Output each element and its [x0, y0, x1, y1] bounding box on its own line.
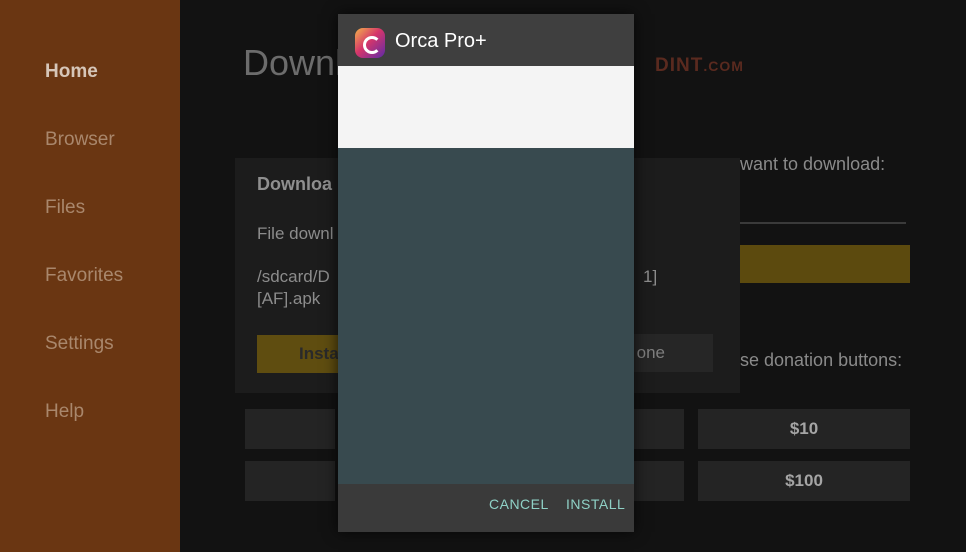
install-button[interactable]: INSTALL	[566, 496, 625, 512]
sidebar-item-help[interactable]: Help	[45, 401, 84, 423]
cancel-button[interactable]: CANCEL	[489, 496, 549, 512]
installer-info-panel	[338, 66, 634, 148]
donation-button[interactable]	[634, 409, 684, 449]
url-prompt: want to download:	[740, 154, 886, 174]
donation-button[interactable]	[245, 409, 335, 449]
url-input[interactable]	[740, 222, 906, 224]
sidebar-item-favorites[interactable]: Favorites	[45, 265, 123, 287]
file-path-line1: /sdcard/D	[257, 267, 330, 286]
download-dialog-message: File downl	[257, 224, 334, 243]
sidebar-item-files[interactable]: Files	[45, 197, 85, 219]
download-dialog-title: Downloa	[257, 174, 332, 194]
donation-button[interactable]	[634, 461, 684, 501]
sidebar-item-settings[interactable]: Settings	[45, 333, 114, 355]
donation-button[interactable]	[245, 461, 335, 501]
sidebar-item-home[interactable]: Home	[45, 61, 98, 83]
donation-button-100[interactable]: $100	[698, 461, 910, 501]
brand-text: DINT	[655, 55, 704, 76]
file-path-line1-tail: 1]	[643, 267, 658, 286]
sidebar: Home Browser Files Favorites Settings He…	[0, 0, 180, 552]
page-title: Downl	[243, 42, 344, 83]
installer-header: Orca Pro+	[338, 14, 634, 66]
donation-label: se donation buttons:	[740, 350, 903, 370]
file-path-line2: [AF].apk	[257, 289, 321, 308]
brand-suffix: .COM	[703, 58, 744, 74]
go-button[interactable]	[740, 245, 910, 283]
donation-button-10[interactable]: $10	[698, 409, 910, 449]
sidebar-item-browser[interactable]: Browser	[45, 129, 115, 151]
brand-watermark: DINT.COM	[655, 55, 744, 77]
app-name: Orca Pro+	[395, 30, 487, 52]
app-icon	[355, 28, 385, 58]
installer-dialog: Orca Pro+ CANCEL INSTALL	[338, 14, 634, 532]
